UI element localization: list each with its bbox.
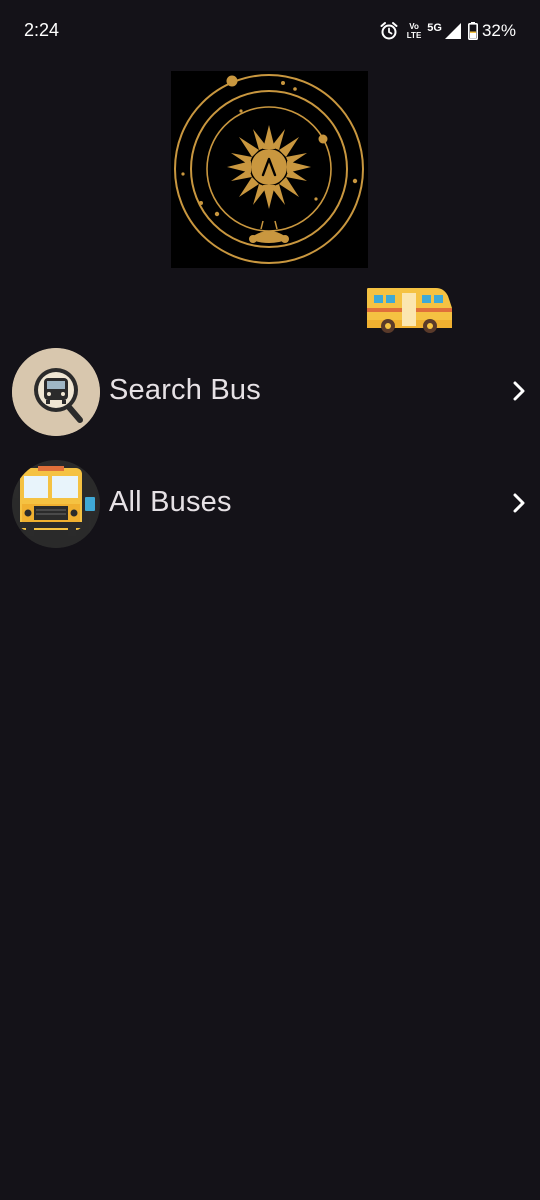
status-time: 2:24 <box>24 20 60 40</box>
bus-search-icon <box>12 348 100 436</box>
menu-item-all-buses[interactable]: All Buses <box>0 456 540 556</box>
status-bar: 2:24 Vo LTE 5G 32% <box>0 0 540 62</box>
status-icons: Vo LTE 5G 32% <box>379 19 516 43</box>
alarm-icon <box>380 22 398 40</box>
chevron-right-icon <box>513 493 525 513</box>
volte-top-text: Vo <box>409 22 419 31</box>
volte-bottom-text: LTE <box>406 31 422 40</box>
menu-label-search-bus: Search Bus <box>109 374 261 406</box>
chevron-right-icon <box>513 381 525 401</box>
battery-percent: 32% <box>481 21 516 40</box>
signal-icon <box>444 23 461 39</box>
app-logo <box>171 71 368 268</box>
volte-icon: Vo LTE <box>407 22 422 40</box>
menu-item-search-bus[interactable]: Search Bus <box>0 344 540 444</box>
school-bus-icon <box>12 460 100 548</box>
menu-label-all-buses: All Buses <box>109 486 232 518</box>
network-type: 5G <box>427 22 442 34</box>
screen: 2:24 Vo LTE 5G 32% Search Bus All Buses <box>0 0 540 1200</box>
battery-icon <box>467 22 478 40</box>
bus-icon <box>367 288 452 333</box>
sun-compass-logo <box>174 74 364 264</box>
